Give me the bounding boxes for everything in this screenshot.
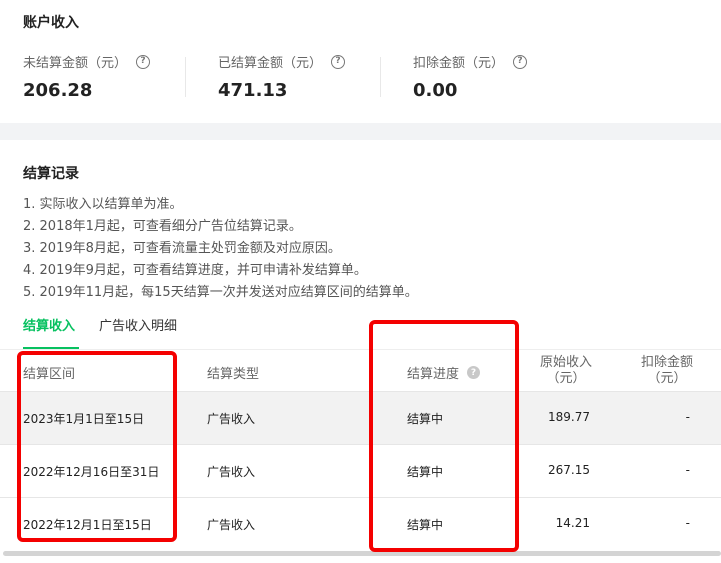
settlement-records-title: 结算记录 [23, 166, 79, 182]
settled-amount-stat: 已结算金额（元） ? 471.13 [218, 52, 346, 101]
divider [185, 57, 186, 97]
cell-deducted: - [685, 516, 690, 530]
header-original-income-line2: （元） [546, 371, 586, 386]
account-income-title: 账户收入 [23, 15, 79, 31]
header-original-income: 原始收入 （元） [534, 355, 598, 387]
header-deducted-line1: 扣除金额 [640, 355, 693, 370]
deducted-amount-label: 扣除金额（元） [413, 56, 505, 71]
note-line: 2. 2018年1月起，可查看细分广告位结算记录。 [23, 219, 302, 234]
note-line: 3. 2019年8月起，可查看流量主处罚金额及对应原因。 [23, 241, 341, 256]
note-line: 1. 实际收入以结算单为准。 [23, 197, 183, 212]
cell-deducted: - [685, 463, 690, 477]
note-line: 4. 2019年9月起，可查看结算进度，并可申请补发结算单。 [23, 263, 367, 278]
settled-amount-value: 471.13 [218, 80, 288, 101]
settled-amount-label: 已结算金额（元） [218, 56, 323, 71]
note-line: 5. 2019年11月起，每15天结算一次并发送对应结算区间的结算单。 [23, 285, 418, 300]
header-deducted-line2: （元） [647, 371, 687, 386]
horizontal-scrollbar[interactable] [3, 551, 721, 556]
tab-settlement-income[interactable]: 结算收入 [23, 315, 75, 334]
cell-type: 广告收入 [207, 412, 256, 426]
question-circle-icon[interactable]: ? [331, 54, 346, 69]
account-income-card: 账户收入 未结算金额（元） ? 206.28 已结算金额（元） ? 471.13… [0, 0, 721, 123]
deducted-amount-stat: 扣除金额（元） ? 0.00 [413, 52, 528, 101]
header-deducted: 扣除金额 （元） [635, 355, 699, 387]
settlement-notes: 1. 实际收入以结算单为准。 2. 2018年1月起，可查看细分广告位结算记录。… [23, 194, 418, 304]
deducted-amount-value: 0.00 [413, 80, 458, 101]
cell-original-income: 267.15 [548, 463, 590, 477]
question-circle-icon[interactable]: ? [136, 54, 151, 69]
highlight-box-period-column [17, 351, 177, 542]
cell-type: 广告收入 [207, 465, 256, 479]
unsettled-amount-value: 206.28 [23, 80, 93, 101]
unsettled-amount-stat: 未结算金额（元） ? 206.28 [23, 52, 151, 101]
question-circle-icon[interactable]: ? [513, 54, 528, 69]
header-original-income-line1: 原始收入 [539, 355, 592, 370]
header-type: 结算类型 [207, 367, 260, 382]
cell-original-income: 189.77 [548, 410, 590, 424]
tab-ad-income-detail[interactable]: 广告收入明细 [99, 315, 177, 334]
cell-type: 广告收入 [207, 518, 256, 532]
cell-original-income: 14.21 [555, 516, 590, 530]
divider [380, 57, 381, 97]
unsettled-amount-label: 未结算金额（元） [23, 56, 128, 71]
cell-deducted: - [685, 410, 690, 424]
highlight-box-progress-column [369, 320, 519, 552]
